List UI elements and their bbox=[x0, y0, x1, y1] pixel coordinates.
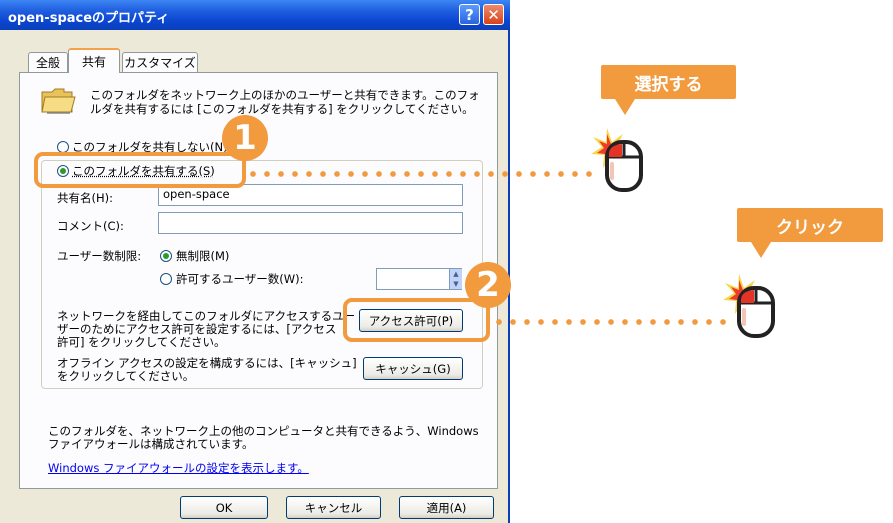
intro-text-2: ルダを共有するには [このフォルダを共有する] をクリックしてください。 bbox=[90, 102, 474, 116]
apply-button[interactable]: 適用(A) bbox=[399, 496, 494, 519]
mouse-left-click-icon bbox=[591, 128, 643, 192]
unlimited-radio[interactable] bbox=[160, 250, 172, 262]
comment-input[interactable] bbox=[158, 212, 463, 234]
firewall-text-1: このフォルダを、ネットワーク上の他のコンピュータと共有できるよう、Windows bbox=[48, 424, 479, 438]
close-icon[interactable]: ✕ bbox=[483, 4, 504, 25]
spinner-arrows-icon[interactable]: ▲ ▼ bbox=[449, 269, 462, 289]
click-label: クリック bbox=[737, 208, 883, 258]
properties-dialog: open-spaceのプロパティ ? ✕ 全般 共有 カスタマイズ このフォルダ… bbox=[0, 0, 510, 523]
allow-users-label[interactable]: 許可するユーザー数(W): bbox=[176, 272, 304, 286]
mouse-left-click-icon-2 bbox=[723, 274, 775, 338]
allow-users-radio[interactable] bbox=[160, 273, 172, 285]
permissions-desc-2: ザーのためにアクセス許可を設定するには、[アクセス bbox=[57, 322, 337, 336]
caching-desc-2: をクリックしてください。 bbox=[57, 369, 195, 383]
share-radio-highlight bbox=[34, 152, 246, 188]
firewall-settings-link[interactable]: Windows ファイアウォールの設定を表示します。 bbox=[48, 460, 309, 476]
permissions-desc-1: ネットワークを経由してこのフォルダにアクセスするユー bbox=[57, 309, 356, 323]
help-icon[interactable]: ? bbox=[459, 4, 480, 25]
step-2-badge: 2 bbox=[465, 262, 511, 308]
ok-button[interactable]: OK bbox=[180, 496, 268, 519]
step-1-dotted-line bbox=[246, 171, 598, 177]
cancel-button[interactable]: キャンセル bbox=[286, 496, 381, 519]
unlimited-label[interactable]: 無制限(M) bbox=[176, 249, 229, 263]
share-name-label: 共有名(H): bbox=[57, 191, 113, 205]
step-2-dotted-line bbox=[492, 319, 732, 325]
user-limit-label: ユーザー数制限: bbox=[57, 249, 142, 263]
permissions-button-highlight bbox=[343, 298, 490, 342]
caching-button[interactable]: キャッシュ(G) bbox=[363, 357, 463, 380]
intro-text-1: このフォルダをネットワーク上のほかのユーザーと共有できます。このフォ bbox=[90, 88, 480, 102]
tab-customize[interactable]: カスタマイズ bbox=[122, 52, 198, 72]
tab-general[interactable]: 全般 bbox=[28, 52, 68, 72]
caching-desc-1: オフライン アクセスの設定を構成するには、[キャッシュ] bbox=[57, 356, 357, 370]
folder-icon bbox=[41, 88, 76, 114]
tab-sharing[interactable]: 共有 bbox=[68, 48, 120, 73]
firewall-text-2: ファイアウォールは構成されています。 bbox=[48, 437, 254, 451]
window-title: open-spaceのプロパティ bbox=[8, 11, 170, 26]
permissions-desc-3: 許可] をクリックしてください。 bbox=[57, 335, 226, 349]
step-1-badge: 1 bbox=[222, 115, 268, 161]
comment-label: コメント(C): bbox=[57, 219, 124, 233]
select-label: 選択する bbox=[601, 65, 736, 115]
